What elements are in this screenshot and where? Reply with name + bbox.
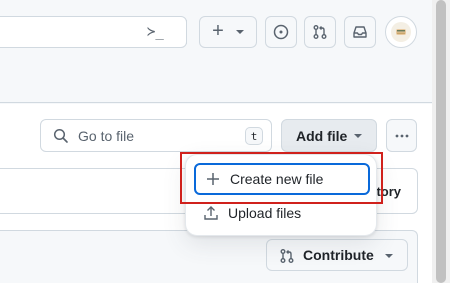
go-to-file-input[interactable]: Go to file t xyxy=(40,119,272,152)
menu-item-label: Upload files xyxy=(228,205,302,221)
chevron-down-icon xyxy=(385,254,393,258)
inbox-icon xyxy=(353,26,367,38)
kebab-horizontal-icon xyxy=(395,134,408,137)
header-divider xyxy=(186,20,187,44)
keyboard-shortcut-badge: t xyxy=(245,127,263,145)
chevron-down-icon xyxy=(235,30,244,34)
scrollbar[interactable] xyxy=(432,0,450,283)
contribute-button[interactable]: Contribute xyxy=(266,239,408,271)
add-file-button[interactable]: Add file xyxy=(281,119,377,152)
annotation-highlight xyxy=(180,152,383,204)
scrollbar-thumb[interactable] xyxy=(436,0,446,283)
contribute-label: Contribute xyxy=(303,247,374,263)
add-file-label: Add file xyxy=(296,127,348,144)
upload-icon xyxy=(203,205,219,221)
search-icon xyxy=(53,128,68,143)
command-palette-icon[interactable]: ≻_ xyxy=(147,24,164,40)
create-new-button[interactable]: + xyxy=(199,16,257,48)
pull-requests-button[interactable] xyxy=(304,16,336,48)
git-pull-request-icon xyxy=(313,25,327,39)
more-options-button[interactable] xyxy=(386,119,417,152)
go-to-file-placeholder: Go to file xyxy=(78,128,135,144)
global-header: ≻_ + xyxy=(0,0,432,103)
avatar[interactable] xyxy=(385,16,417,48)
issue-opened-icon xyxy=(273,24,289,40)
git-pull-request-icon xyxy=(280,249,294,263)
issues-button[interactable] xyxy=(265,16,297,48)
avatar-icon xyxy=(391,22,411,42)
chevron-down-icon xyxy=(354,134,362,138)
inbox-button[interactable] xyxy=(344,16,376,48)
plus-icon: + xyxy=(212,20,224,42)
